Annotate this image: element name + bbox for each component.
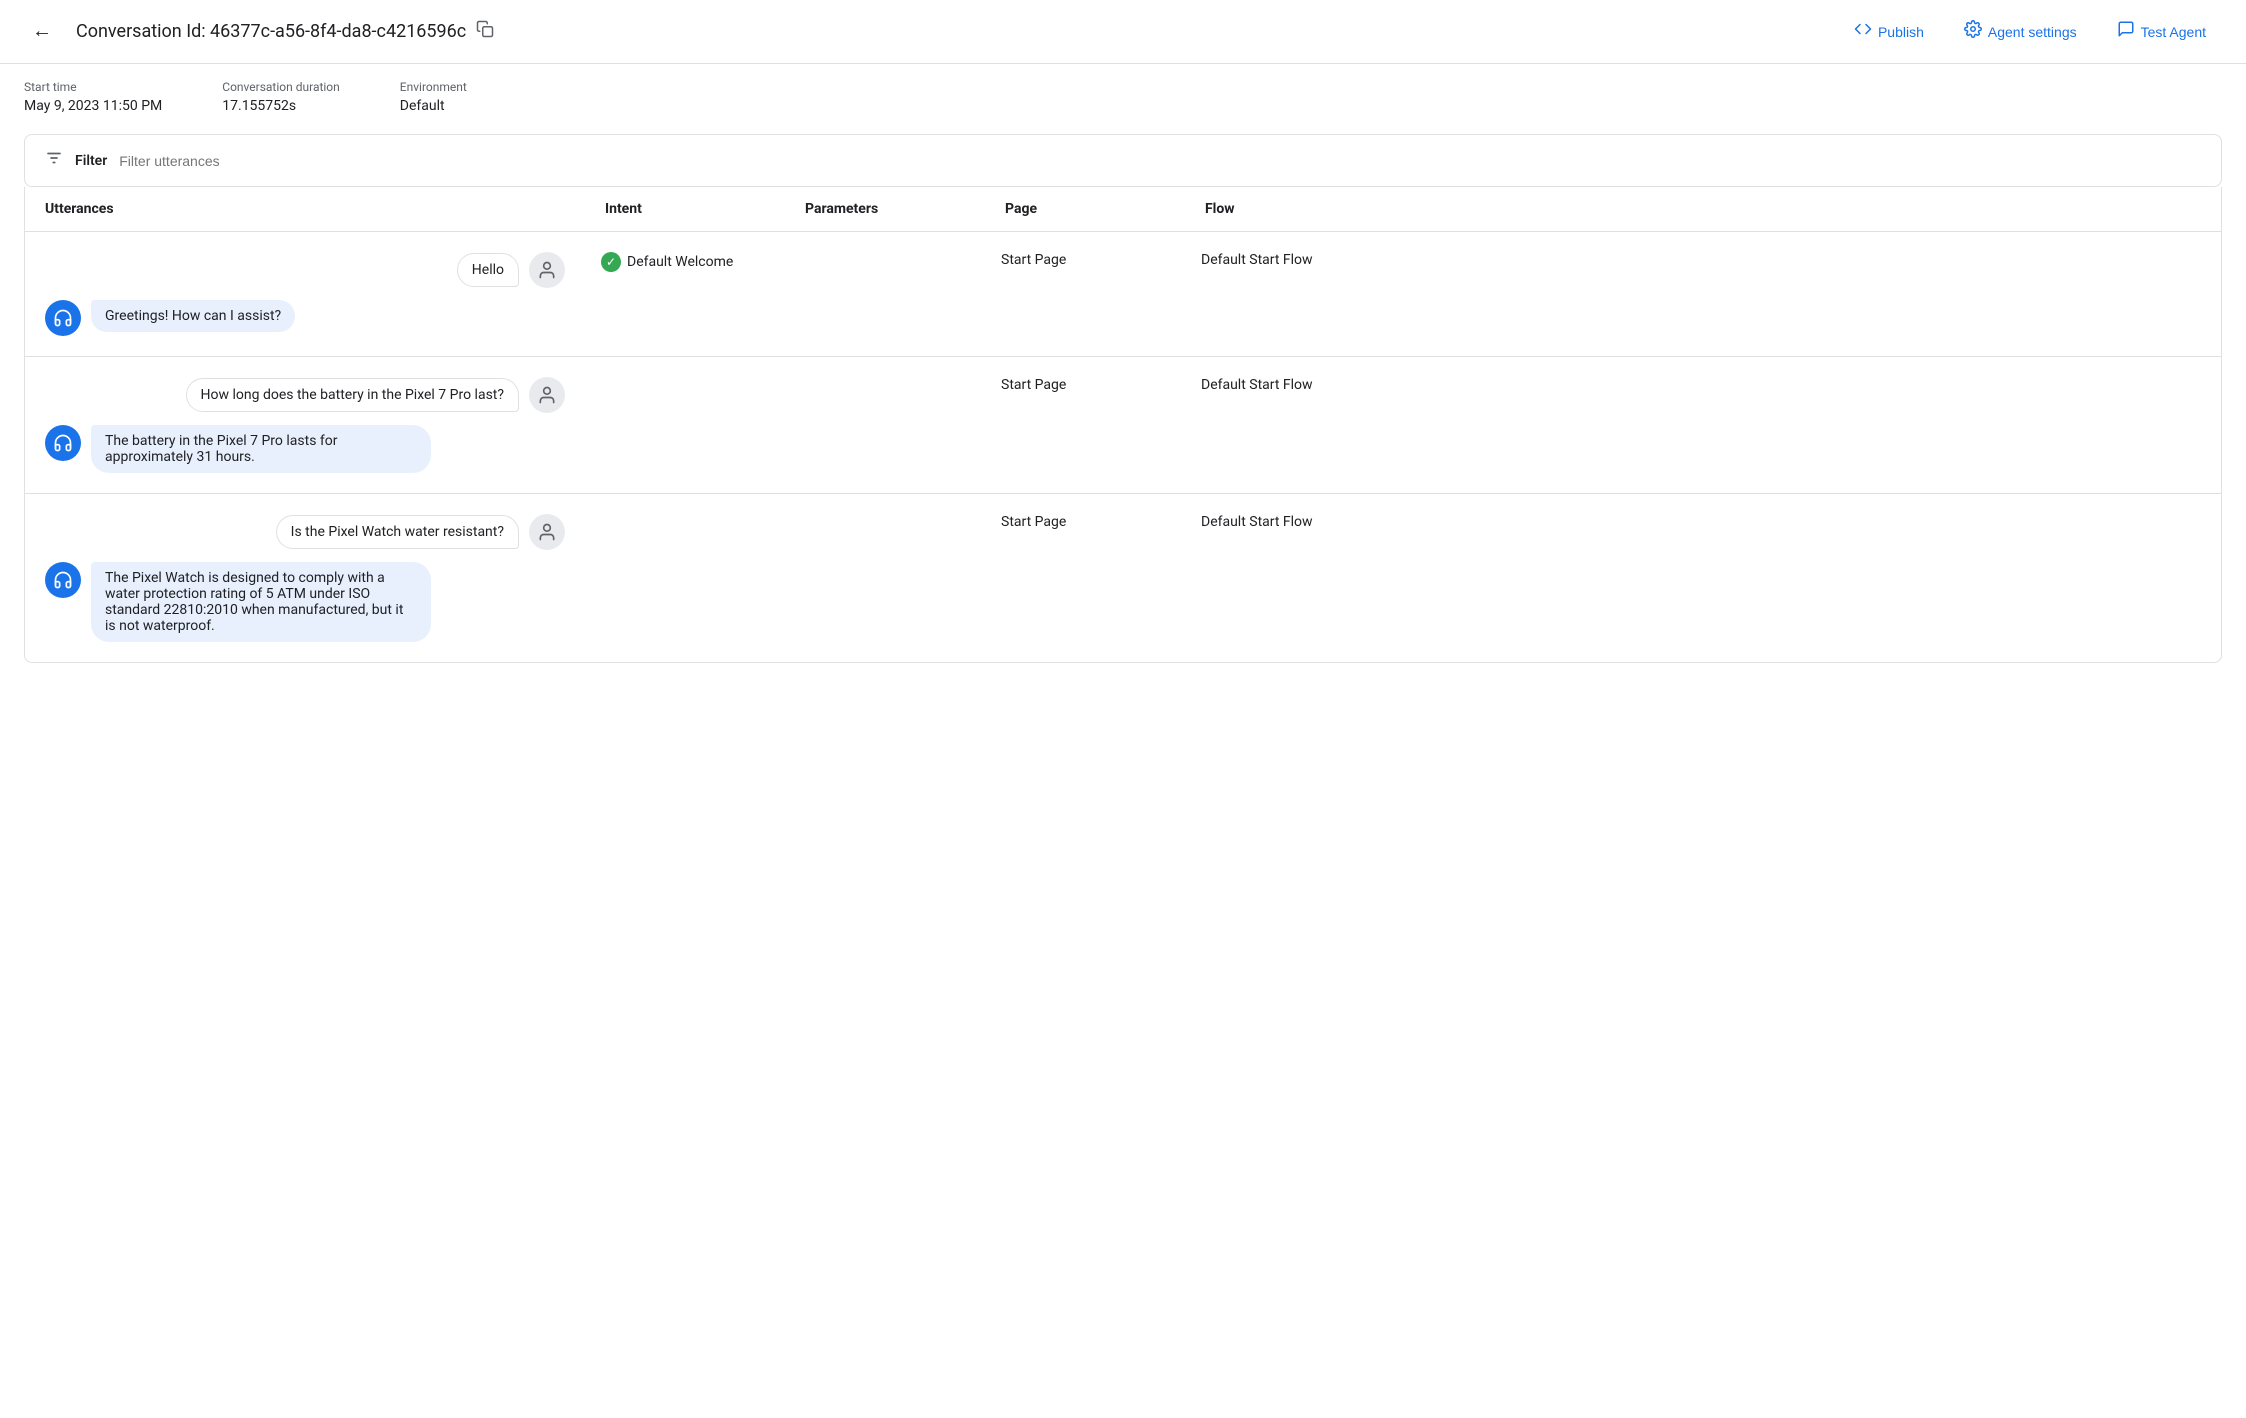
col-page: Page [1005, 201, 1205, 217]
flow-cell-3: Default Start Flow [1185, 494, 2221, 550]
user-avatar-1 [529, 252, 565, 288]
duration-value: 17.155752s [222, 98, 340, 114]
environment-value: Default [400, 98, 467, 114]
user-bubble-3: Is the Pixel Watch water resistant? [276, 515, 519, 549]
utterances-cell-3: Is the Pixel Watch water resistant? [25, 494, 585, 662]
user-avatar-3 [529, 514, 565, 550]
agent-settings-label: Agent settings [1988, 24, 2077, 40]
duration-label: Conversation duration [222, 80, 340, 94]
copy-icon[interactable] [476, 20, 494, 43]
settings-icon [1964, 20, 1982, 43]
test-agent-icon [2117, 20, 2135, 43]
publish-icon [1854, 20, 1872, 43]
start-time-label: Start time [24, 80, 162, 94]
table-header: Utterances Intent Parameters Page Flow [25, 187, 2221, 232]
flow-cell-1: Default Start Flow [1185, 232, 2221, 288]
agent-message-1: Greetings! How can I assist? [45, 300, 565, 336]
page-cell-2: Start Page [985, 357, 1185, 413]
agent-message-3: The Pixel Watch is designed to comply wi… [45, 562, 565, 642]
meta-bar: Start time May 9, 2023 11:50 PM Conversa… [0, 64, 2246, 134]
page-cell-3: Start Page [985, 494, 1185, 550]
publish-label: Publish [1878, 24, 1924, 40]
utterances-cell-1: Hello [25, 232, 585, 356]
agent-bubble-1: Greetings! How can I assist? [91, 300, 295, 332]
utterances-table: Utterances Intent Parameters Page Flow H… [24, 187, 2222, 663]
col-utterances: Utterances [45, 201, 605, 217]
agent-bubble-2: The battery in the Pixel 7 Pro lasts for… [91, 425, 431, 473]
environment-label: Environment [400, 80, 467, 94]
filter-bar: Filter [24, 134, 2222, 187]
meta-start-time: Start time May 9, 2023 11:50 PM [24, 80, 162, 114]
user-avatar-2 [529, 377, 565, 413]
table-row: Is the Pixel Watch water resistant? [25, 494, 2221, 662]
meta-environment: Environment Default [400, 80, 467, 114]
intent-cell-2 [585, 357, 785, 397]
header-actions: Publish Agent settings Test Agent [1838, 12, 2222, 51]
col-intent: Intent [605, 201, 805, 217]
flow-cell-2: Default Start Flow [1185, 357, 2221, 413]
test-agent-button[interactable]: Test Agent [2101, 12, 2222, 51]
check-icon-1: ✓ [601, 252, 621, 272]
table-row: Hello [25, 232, 2221, 357]
params-cell-3 [785, 494, 985, 534]
agent-settings-button[interactable]: Agent settings [1948, 12, 2093, 51]
user-bubble-1: Hello [457, 253, 519, 287]
back-icon: ← [32, 20, 52, 43]
filter-icon [45, 149, 63, 172]
test-agent-label: Test Agent [2141, 24, 2206, 40]
conversation-id: Conversation Id: 46377c-a56-8f4-da8-c421… [76, 21, 466, 42]
col-parameters: Parameters [805, 201, 1005, 217]
utterances-cell-2: How long does the battery in the Pixel 7… [25, 357, 585, 493]
params-cell-1 [785, 232, 985, 272]
agent-message-2: The battery in the Pixel 7 Pro lasts for… [45, 425, 565, 473]
agent-bubble-3: The Pixel Watch is designed to comply wi… [91, 562, 431, 642]
filter-input[interactable] [119, 153, 2201, 169]
meta-duration: Conversation duration 17.155752s [222, 80, 340, 114]
start-time-value: May 9, 2023 11:50 PM [24, 98, 162, 114]
agent-avatar-3 [45, 562, 81, 598]
user-message-2: How long does the battery in the Pixel 7… [45, 377, 565, 413]
back-button[interactable]: ← [24, 14, 60, 50]
params-cell-2 [785, 357, 985, 397]
intent-cell-1: ✓ Default Welcome [585, 232, 785, 292]
publish-button[interactable]: Publish [1838, 12, 1940, 51]
table-row: How long does the battery in the Pixel 7… [25, 357, 2221, 494]
page-cell-1: Start Page [985, 232, 1185, 288]
col-flow: Flow [1205, 201, 2201, 217]
user-message-3: Is the Pixel Watch water resistant? [45, 514, 565, 550]
intent-cell-3 [585, 494, 785, 534]
user-message-1: Hello [45, 252, 565, 288]
user-bubble-2: How long does the battery in the Pixel 7… [186, 378, 519, 412]
page-title: Conversation Id: 46377c-a56-8f4-da8-c421… [76, 20, 1822, 43]
intent-badge-1: ✓ Default Welcome [601, 252, 733, 272]
filter-label: Filter [75, 153, 107, 169]
agent-avatar-2 [45, 425, 81, 461]
agent-avatar-1 [45, 300, 81, 336]
